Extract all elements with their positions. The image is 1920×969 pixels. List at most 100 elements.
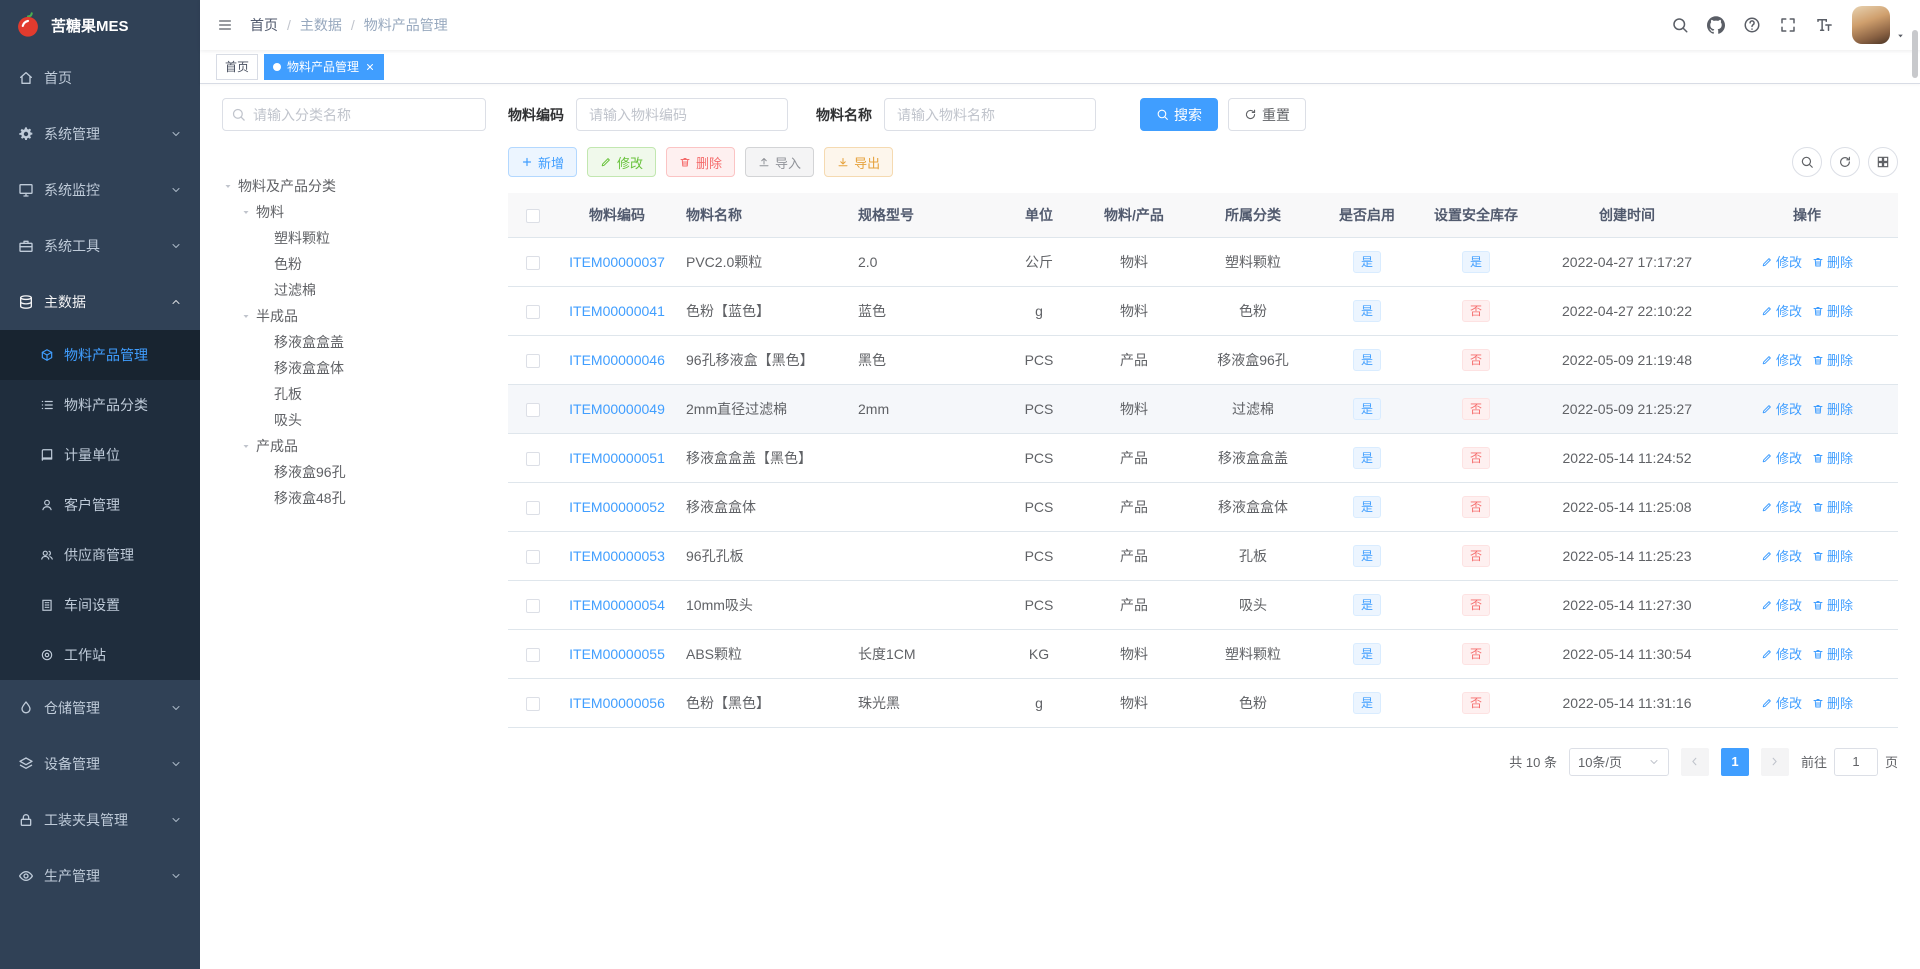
row-edit-button[interactable]: 修改 — [1761, 693, 1802, 712]
sidebar-item-system-monitor[interactable]: 系统监控 — [0, 162, 200, 218]
material-code-input[interactable] — [576, 98, 788, 131]
tree-node[interactable]: 物料及产品分类 — [222, 173, 486, 199]
material-code-link[interactable]: ITEM00000055 — [569, 646, 665, 662]
row-delete-button[interactable]: 删除 — [1812, 546, 1853, 565]
breadcrumb-item[interactable]: 主数据 — [300, 15, 342, 35]
material-code-link[interactable]: ITEM00000046 — [569, 352, 665, 368]
row-checkbox[interactable] — [526, 598, 540, 613]
table-refresh-button[interactable] — [1830, 147, 1860, 177]
tree-node[interactable]: 半成品 — [222, 303, 486, 329]
material-code-link[interactable]: ITEM00000037 — [569, 254, 665, 270]
row-edit-button[interactable]: 修改 — [1761, 595, 1802, 614]
search-button[interactable]: 搜索 — [1140, 98, 1218, 131]
font-size-button[interactable] — [1806, 0, 1842, 50]
row-delete-button[interactable]: 删除 — [1812, 595, 1853, 614]
export-button[interactable]: 导出 — [824, 147, 894, 177]
select-all-checkbox[interactable] — [526, 208, 540, 223]
sidebar-item-system-tools[interactable]: 系统工具 — [0, 218, 200, 274]
sidebar-item-measure-unit[interactable]: 计量单位 — [0, 430, 200, 480]
row-edit-button[interactable]: 修改 — [1761, 644, 1802, 663]
row-delete-button[interactable]: 删除 — [1812, 448, 1853, 467]
sidebar-item-material-product-category[interactable]: 物料产品分类 — [0, 380, 200, 430]
material-code-link[interactable]: ITEM00000051 — [569, 450, 665, 466]
prev-page-button[interactable] — [1680, 747, 1709, 776]
fullscreen-button[interactable] — [1770, 0, 1806, 50]
page-size-select[interactable]: 10条/页 — [1568, 747, 1669, 776]
table-columns-button[interactable] — [1868, 147, 1898, 177]
row-delete-button[interactable]: 删除 — [1812, 497, 1853, 516]
tree-node[interactable]: 孔板 — [222, 381, 486, 407]
row-checkbox[interactable] — [526, 696, 540, 711]
avatar[interactable] — [1852, 6, 1890, 44]
material-name-input[interactable] — [884, 98, 1096, 131]
tree-node[interactable]: 物料 — [222, 199, 486, 225]
row-checkbox[interactable] — [526, 500, 540, 515]
material-code-link[interactable]: ITEM00000052 — [569, 499, 665, 515]
sidebar-item-material-product-manage[interactable]: 物料产品管理 — [0, 330, 200, 380]
import-button[interactable]: 导入 — [745, 147, 815, 177]
row-delete-button[interactable]: 删除 — [1812, 350, 1853, 369]
breadcrumb-item[interactable]: 首页 — [250, 15, 278, 35]
row-edit-button[interactable]: 修改 — [1761, 497, 1802, 516]
row-delete-button[interactable]: 删除 — [1812, 252, 1853, 271]
material-code-link[interactable]: ITEM00000041 — [569, 303, 665, 319]
next-page-button[interactable] — [1760, 747, 1789, 776]
tree-node[interactable]: 移液盒48孔 — [222, 485, 486, 511]
category-search-input[interactable] — [222, 98, 486, 131]
material-code-link[interactable]: ITEM00000049 — [569, 401, 665, 417]
search-button[interactable] — [1662, 0, 1698, 50]
sidebar-item-supplier-manage[interactable]: 供应商管理 — [0, 530, 200, 580]
reset-button[interactable]: 重置 — [1228, 98, 1306, 131]
material-code-link[interactable]: ITEM00000056 — [569, 695, 665, 711]
sidebar-item-customer-manage[interactable]: 客户管理 — [0, 480, 200, 530]
tag-close-button[interactable] — [365, 62, 375, 72]
material-code-link[interactable]: ITEM00000054 — [569, 597, 665, 613]
row-checkbox[interactable] — [526, 304, 540, 319]
delete-button[interactable]: 删除 — [666, 147, 736, 177]
question-button[interactable] — [1734, 0, 1770, 50]
material-code-link[interactable]: ITEM00000053 — [569, 548, 665, 564]
tree-node[interactable]: 移液盒96孔 — [222, 459, 486, 485]
sidebar-item-workstation[interactable]: 工作站 — [0, 630, 200, 680]
row-delete-button[interactable]: 删除 — [1812, 644, 1853, 663]
row-delete-button[interactable]: 删除 — [1812, 301, 1853, 320]
row-edit-button[interactable]: 修改 — [1761, 399, 1802, 418]
row-edit-button[interactable]: 修改 — [1761, 301, 1802, 320]
sidebar-item-warehouse-manage[interactable]: 仓储管理 — [0, 680, 200, 736]
row-checkbox[interactable] — [526, 402, 540, 417]
tree-node[interactable]: 塑料颗粒 — [222, 225, 486, 251]
row-delete-button[interactable]: 删除 — [1812, 693, 1853, 712]
row-edit-button[interactable]: 修改 — [1761, 252, 1802, 271]
tree-node[interactable]: 产成品 — [222, 433, 486, 459]
sidebar-item-system-manage[interactable]: 系统管理 — [0, 106, 200, 162]
row-checkbox[interactable] — [526, 451, 540, 466]
edit-button[interactable]: 修改 — [587, 147, 657, 177]
sidebar-item-master-data[interactable]: 主数据 — [0, 274, 200, 330]
scrollbar-thumb[interactable] — [1912, 30, 1918, 78]
table-search-toggle-button[interactable] — [1792, 147, 1822, 177]
add-button[interactable]: 新增 — [508, 147, 578, 177]
tree-node[interactable]: 吸头 — [222, 407, 486, 433]
row-checkbox[interactable] — [526, 647, 540, 662]
user-menu[interactable] — [1852, 6, 1906, 44]
page-number-button[interactable]: 1 — [1720, 747, 1749, 776]
tree-node[interactable]: 移液盒盒盖 — [222, 329, 486, 355]
row-checkbox[interactable] — [526, 353, 540, 368]
tree-node[interactable]: 色粉 — [222, 251, 486, 277]
github-button[interactable] — [1698, 0, 1734, 50]
row-delete-button[interactable]: 删除 — [1812, 399, 1853, 418]
tag-item[interactable]: 首页 — [216, 53, 259, 80]
sidebar-item-home[interactable]: 首页 — [0, 50, 200, 106]
sidebar-item-production-manage[interactable]: 生产管理 — [0, 848, 200, 904]
goto-page-input[interactable] — [1833, 747, 1878, 776]
row-checkbox[interactable] — [526, 549, 540, 564]
row-checkbox[interactable] — [526, 255, 540, 270]
sidebar-item-workshop-setting[interactable]: 车间设置 — [0, 580, 200, 630]
sidebar-item-device-manage[interactable]: 设备管理 — [0, 736, 200, 792]
sidebar-item-fixture-manage[interactable]: 工装夹具管理 — [0, 792, 200, 848]
sidebar-toggle-button[interactable] — [200, 0, 250, 50]
tree-node[interactable]: 过滤棉 — [222, 277, 486, 303]
tree-node[interactable]: 移液盒盒体 — [222, 355, 486, 381]
tag-item[interactable]: 物料产品管理 — [264, 53, 385, 80]
row-edit-button[interactable]: 修改 — [1761, 448, 1802, 467]
